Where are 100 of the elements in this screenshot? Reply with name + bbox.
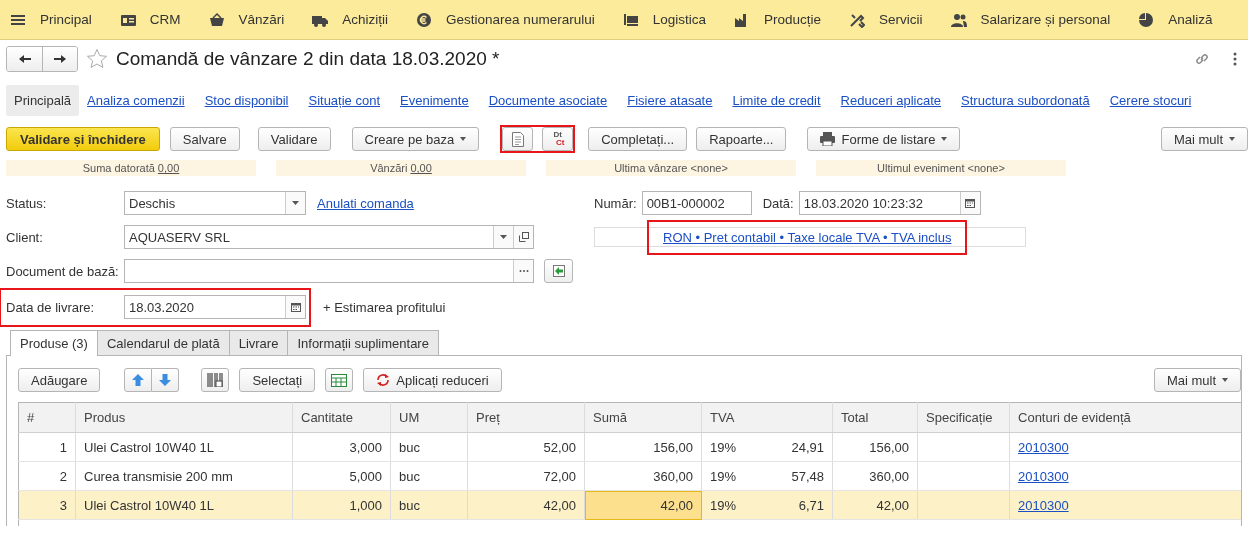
print-forms-button[interactable]: Forme de listare <box>807 127 961 151</box>
section-link[interactable]: Evenimente <box>392 84 477 116</box>
table-cell: buc <box>399 497 420 513</box>
column-header[interactable]: Conturi de evidență <box>1009 402 1241 433</box>
open-window-icon[interactable] <box>518 232 529 242</box>
toolbar-button[interactable]: Selectați <box>239 368 316 392</box>
spreadsheet-button[interactable] <box>325 368 354 392</box>
section-link[interactable]: Cerere stocuri <box>1101 84 1200 116</box>
profit-estimate-link[interactable]: + Estimarea profitului <box>323 299 446 315</box>
toolbar-button[interactable]: Completați... <box>588 127 688 151</box>
calendar-icon[interactable] <box>965 198 976 208</box>
column-header[interactable]: # <box>18 402 76 433</box>
more-button[interactable]: Mai mult <box>1153 368 1241 392</box>
section-link[interactable]: Reduceri aplicate <box>832 84 950 116</box>
debit-credit-button[interactable]: Dt Ct <box>542 127 574 151</box>
table-cell: 42,00 <box>876 497 909 513</box>
move-up-button[interactable] <box>124 368 153 392</box>
tab[interactable]: Produse (3) <box>10 330 98 356</box>
dropdown-icon[interactable] <box>292 201 299 205</box>
account-link[interactable]: 2010300 <box>1018 468 1069 484</box>
forward-button[interactable] <box>42 47 77 71</box>
tab[interactable]: Calendarul de plată <box>96 330 230 355</box>
table-cell: 156,00 <box>653 439 693 455</box>
summary-label: Suma datorată <box>82 162 155 174</box>
arrow-document-icon <box>551 264 566 278</box>
toolbar-button[interactable]: Validare <box>257 127 331 151</box>
base-document-field[interactable] <box>124 259 534 283</box>
apply-discounts-button[interactable]: Aplicați reduceri <box>363 368 502 392</box>
summary-label: Vânzări <box>370 162 408 174</box>
tab[interactable]: Livrare <box>228 330 289 355</box>
menu-item[interactable]: CRM <box>119 11 203 28</box>
section-link[interactable]: Analiza comenzii <box>79 84 193 116</box>
summary-label: Ultimul eveniment <none> <box>877 162 1005 174</box>
dropdown-button[interactable]: Creare pe baza <box>351 127 480 151</box>
column-header[interactable]: Total <box>832 402 918 433</box>
validate-close-button[interactable]: Validare și închidere <box>6 127 160 151</box>
link-icon[interactable] <box>1194 51 1210 67</box>
summary-value-link[interactable]: 0,00 <box>157 162 180 174</box>
fill-from-base-button[interactable] <box>544 259 573 283</box>
table-cell: 2 <box>59 468 67 484</box>
toolbar-button[interactable]: Salvare <box>169 127 240 151</box>
menu-item[interactable]: Producție <box>733 11 843 28</box>
section-link[interactable]: Principală <box>6 84 80 116</box>
toolbar-button[interactable]: Rapoarte... <box>696 127 787 151</box>
ellipsis-icon[interactable] <box>518 269 529 273</box>
column-header[interactable]: TVA <box>701 402 833 433</box>
field-label: Status: <box>6 195 48 211</box>
move-down-button[interactable] <box>152 368 180 392</box>
section-link[interactable]: Structura subordonată <box>953 84 1098 116</box>
table-cell: 57,48 <box>791 468 824 484</box>
number-field[interactable]: 00B1-000002 <box>641 191 752 215</box>
menu-item[interactable]: Analiză <box>1138 11 1235 28</box>
menu-item[interactable]: Servicii <box>849 11 945 28</box>
client-field[interactable]: AQUASERV SRL <box>124 225 534 249</box>
section-link[interactable]: Fisiere atasate <box>619 84 721 116</box>
section-link[interactable]: Stoc disponibil <box>196 84 297 116</box>
account-link[interactable]: 2010300 <box>1018 497 1069 513</box>
summary-value-link[interactable]: 0,00 <box>410 162 432 174</box>
more-button[interactable]: Mai mult <box>1160 127 1248 151</box>
currency-link[interactable]: RON • Pret contabil • Taxe locale TVA • TVA inclus <box>649 221 966 253</box>
barcode-button[interactable] <box>201 368 230 392</box>
star-icon[interactable] <box>86 48 108 70</box>
menu-item[interactable]: Achiziții <box>312 11 411 28</box>
table-cell: buc <box>399 439 420 455</box>
back-button[interactable] <box>7 47 42 71</box>
column-header[interactable]: UM <box>390 402 468 433</box>
menu-item[interactable]: Logistica <box>622 11 728 28</box>
right-arrow-icon <box>53 54 67 64</box>
menu-item[interactable]: Salarizare și personal <box>950 11 1133 28</box>
document-button[interactable] <box>502 127 534 151</box>
table-cell: 1 <box>59 439 67 455</box>
section-link[interactable]: Limite de credit <box>724 84 829 116</box>
toolbar-button[interactable]: Adăugare <box>18 368 101 392</box>
column-header[interactable]: Preț <box>467 402 585 433</box>
column-header[interactable]: Sumă <box>584 402 702 433</box>
field-label: Client: <box>6 229 44 245</box>
dropdown-icon[interactable] <box>500 235 507 239</box>
table-cell: 19% <box>710 497 737 513</box>
menu-item[interactable]: Gestionarea numerarului <box>416 11 617 28</box>
field-label: Număr: <box>594 195 637 211</box>
table-cell: 156,00 <box>869 439 909 455</box>
debit-label: Dt <box>552 131 563 139</box>
column-header[interactable]: Cantitate <box>292 402 391 433</box>
menu-item[interactable]: Vânzări <box>208 11 307 28</box>
section-link[interactable]: Situație cont <box>300 84 388 116</box>
delivery-date-field[interactable]: 18.03.2020 <box>124 295 306 319</box>
field-label: Document de bază: <box>6 263 120 279</box>
cancel-order-link[interactable]: Anulati comanda <box>317 195 414 211</box>
calendar-icon[interactable] <box>290 302 301 312</box>
status-select[interactable]: Deschis <box>124 191 306 215</box>
column-header[interactable]: Specificație <box>917 402 1010 433</box>
date-field[interactable]: 18.03.2020 10:23:32 <box>798 191 981 215</box>
account-link[interactable]: 2010300 <box>1018 439 1069 455</box>
menu-item[interactable]: Principal <box>10 11 114 28</box>
section-link[interactable]: Documente asociate <box>480 84 616 116</box>
table-cell: 24,91 <box>791 439 824 455</box>
table-cell: 72,00 <box>543 468 576 484</box>
column-header[interactable]: Produs <box>75 402 293 433</box>
credit-label: Ct <box>554 139 565 147</box>
tab[interactable]: Informații suplimentare <box>287 330 439 355</box>
